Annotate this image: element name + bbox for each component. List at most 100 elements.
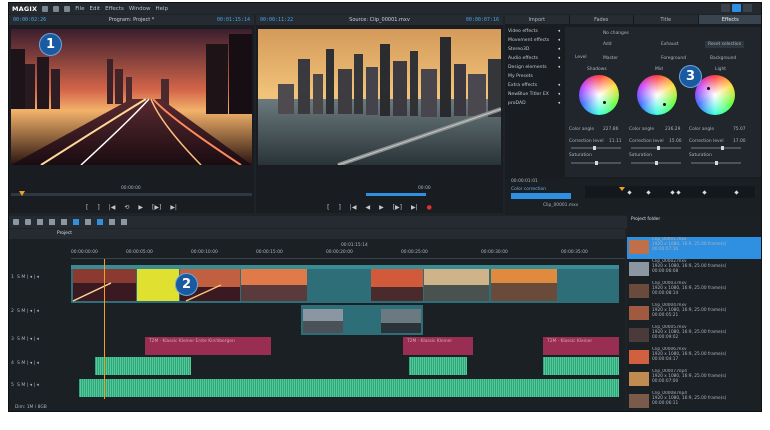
effects-item-stereo3d[interactable]: Stereo3D ◂ [505,45,563,54]
effects-item-newblue[interactable]: NewBlue Titler EX ◂ [505,90,563,99]
effects-item-extra[interactable]: Extra effects ◂ [505,81,563,90]
project-folder-item[interactable]: Clip_00005.mxv 1920 x 1080, 16:9, 25.00 … [629,325,755,345]
shadows-saturation-slider[interactable] [571,161,621,165]
source-go-start-button[interactable]: |◀ [350,204,357,211]
exhaust-option[interactable]: Exhaust [661,42,679,47]
title-clip-3[interactable]: T2M · Klassic Kleiner [543,337,619,355]
track-header-5[interactable]: 5S M | ◂ | ◂ [9,383,69,388]
track-header-4[interactable]: 4S M | ◂ | ◂ [9,361,69,366]
menu-window[interactable]: Window [129,6,151,12]
save-icon[interactable] [64,5,71,12]
effects-item-audio[interactable]: Audio effects ◂ [505,54,563,63]
title-clip-2[interactable]: T2M · Klassic Kleiner [403,337,473,355]
split-tool-icon[interactable] [109,219,115,225]
track-header-2[interactable]: 2S M | ◂ | ◂ [9,309,69,314]
effects-item-design[interactable]: Design elements ◂ [505,63,563,72]
audio-clip-3[interactable] [543,357,619,375]
source-range-bar[interactable] [366,193,426,196]
redo-icon[interactable] [25,219,31,225]
keyframe-selected-row[interactable] [511,193,571,199]
keyframe-lane[interactable] [585,186,755,198]
play-button[interactable]: ▶ [138,204,143,211]
timeline-playhead[interactable] [104,259,105,399]
playhead-marker-icon[interactable] [19,191,25,196]
foreground-option[interactable]: Foreground [661,56,686,61]
source-go-end-button[interactable]: ▶| [411,204,418,211]
project-folder-item[interactable]: Clip_00008.mp4 1920 x 1080, 16:9, 25.00 … [629,391,755,411]
close-button[interactable] [743,4,752,12]
source-step-back-button[interactable]: ◀ [365,204,370,211]
menu-file[interactable]: File [75,6,84,12]
master-option[interactable]: Master [603,56,618,61]
wheel-handle-icon[interactable] [663,103,666,106]
go-start-button[interactable]: |◀ [109,204,116,211]
title-tool-icon[interactable] [49,219,55,225]
audio-clip-2[interactable] [409,357,467,375]
loop-button[interactable]: ⟲ [124,204,129,211]
time-ruler[interactable]: 00:00:00:00 00:00:05:00 00:00:10:00 00:0… [71,249,625,259]
light-saturation-slider[interactable] [691,161,741,165]
effects-item-presets[interactable]: My Presets [505,72,563,81]
effects-item-video[interactable]: Video effects ◂ [505,27,563,36]
menu-help[interactable]: Help [156,6,169,12]
range-tool-icon[interactable] [121,219,127,225]
snap-icon[interactable] [73,219,79,225]
program-video-frame[interactable]: 1 [11,29,252,165]
project-folder-item[interactable]: Clip_00004.mxv 1920 x 1080, 16:9, 25.00 … [629,303,755,323]
effects-item-movement[interactable]: Movement effects ◂ [505,36,563,45]
mid-saturation-slider[interactable] [631,161,681,165]
project-folder-item[interactable]: Clip_00001.mxv 1920 x 1080, 16:9, 25.00 … [629,237,755,257]
shadows-level-slider[interactable] [571,146,621,150]
project-folder-item[interactable]: Clip_00006.mxv 1920 x 1080, 16:9, 25.00 … [629,347,755,367]
go-end-button[interactable]: ▶| [170,204,177,211]
music-track-clip[interactable] [79,379,619,397]
mid-level-slider[interactable] [631,146,681,150]
source-mark-in-button[interactable]: [ [327,204,329,211]
mark-out-button[interactable]: ] [97,204,99,211]
tab-title[interactable]: Title [634,15,699,24]
keyframe-track-label[interactable]: Color correction [511,187,546,192]
tab-import[interactable]: Import [505,15,570,24]
source-video-frame[interactable] [258,29,501,165]
add-option[interactable]: Add [603,42,612,47]
light-level-slider[interactable] [691,146,741,150]
video-track-1[interactable]: 2 [71,265,619,303]
play-range-button[interactable]: [▶] [152,204,161,211]
audio-clip-1[interactable] [95,357,191,375]
marker-icon[interactable] [61,219,67,225]
project-folder-item[interactable]: Clip_00002.mxv 1920 x 1080, 16:9, 25.00 … [629,259,755,279]
reset-selection-button[interactable]: Reset selection [705,41,745,48]
effects-item-prodad[interactable]: proDAD ◂ [505,99,563,108]
track-header-3[interactable]: 3S M | ◂ | ◂ [9,337,69,342]
color-wheel-mid[interactable] [637,75,677,115]
menu-effects[interactable]: Effects [105,6,124,12]
no-changes-option[interactable]: No changes [603,31,629,36]
color-wheel-shadows[interactable] [579,75,619,115]
link-icon[interactable] [85,219,91,225]
video-track-2-clip[interactable] [301,305,423,335]
tab-effects[interactable]: Effects [698,15,761,24]
wheel-handle-icon[interactable] [603,101,606,104]
mark-in-button[interactable]: [ [86,204,88,211]
wheel-handle-icon[interactable] [707,87,710,90]
maximize-button[interactable] [732,4,741,12]
undo-icon[interactable] [13,219,19,225]
title-clip-1[interactable]: T2M · Klassic Kleiner Erste Kirchbergen [145,337,271,355]
minimize-button[interactable] [721,4,730,12]
project-folder-item[interactable]: Clip_00007.mp4 1920 x 1080, 16:9, 25.00 … [629,369,755,389]
record-button[interactable]: ● [427,204,432,211]
track-header-1[interactable]: 1S M | ◂ | ◂ [9,275,69,280]
open-file-icon[interactable] [53,5,60,12]
tab-fades[interactable]: Fades [569,15,634,24]
project-tab[interactable]: Project [57,231,72,236]
background-option[interactable]: Background [710,56,736,61]
source-mark-out-button[interactable]: ] [338,204,340,211]
source-play-button[interactable]: ▶ [379,204,384,211]
menu-edit[interactable]: Edit [89,6,100,12]
delete-icon[interactable] [37,219,43,225]
source-play-range-button[interactable]: [▶] [393,204,402,211]
selection-tool-icon[interactable] [97,219,103,225]
program-scrub-bar[interactable] [11,191,252,196]
project-folder-item[interactable]: Clip_00003.mxv 1920 x 1080, 16:9, 25.00 … [629,281,755,301]
new-file-icon[interactable] [42,5,49,12]
